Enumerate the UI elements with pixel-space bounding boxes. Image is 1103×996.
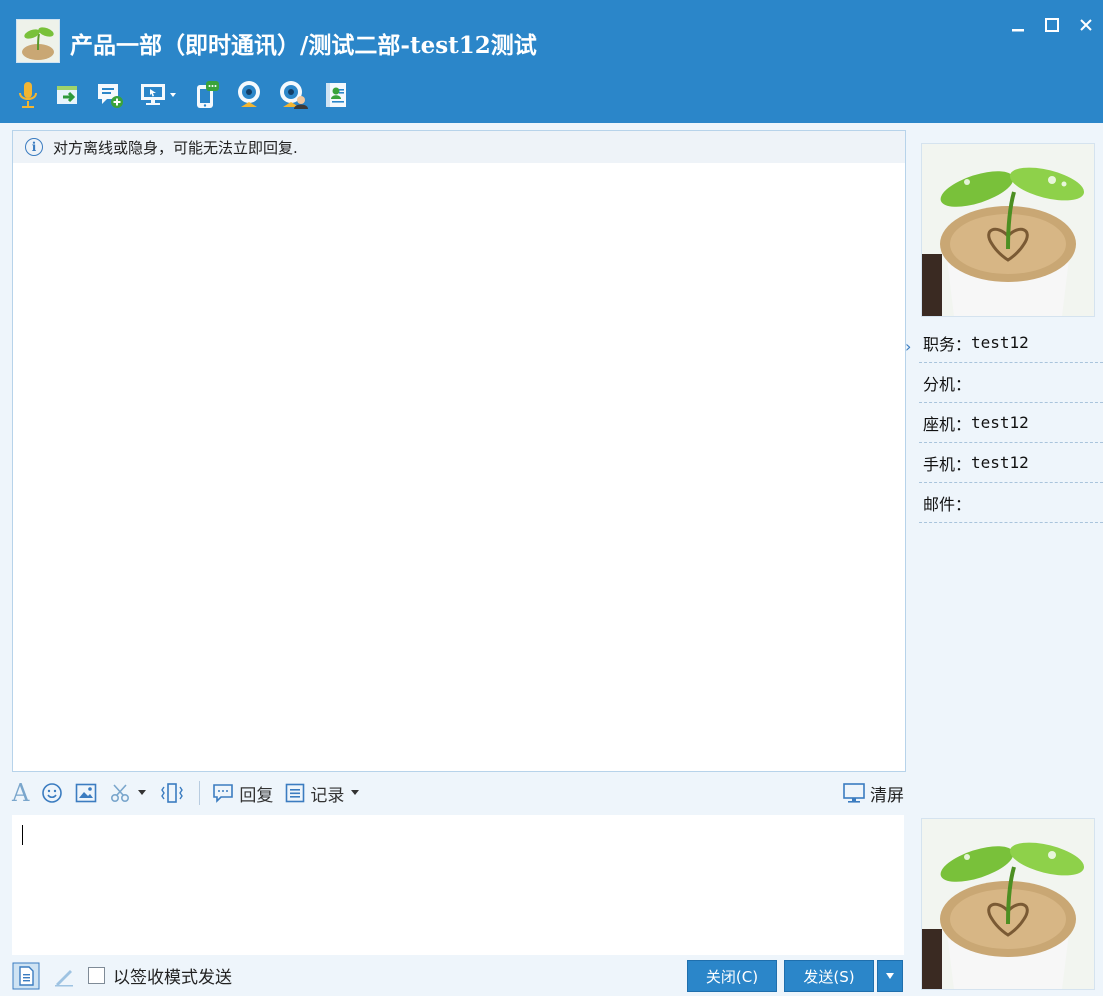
webcam-icon[interactable]: [235, 78, 263, 112]
clear-screen-button[interactable]: 清屏: [842, 775, 904, 811]
image-icon: [76, 783, 97, 803]
window-title: 产品一部（即时通讯）/测试二部-test12测试: [70, 32, 537, 59]
emoji-button[interactable]: [41, 782, 63, 804]
new-message-icon[interactable]: [96, 78, 124, 112]
toolbar-divider: [199, 781, 201, 805]
landline-value: test12: [971, 413, 1029, 432]
font-button[interactable]: A: [12, 779, 29, 807]
landline-label: 座机：: [923, 414, 972, 434]
contact-side-panel: › 职务： test12 分机： 座机： test12 手机： test12 邮…: [905, 123, 1103, 996]
receipt-mode-label: 以签收模式发送: [113, 968, 232, 988]
info-row-position: 职务： test12: [919, 323, 1103, 363]
contact-photo: [921, 143, 1095, 317]
offline-notice-text: 对方离线或隐身，可能无法立即回复.: [53, 138, 298, 157]
offline-notice: i 对方离线或隐身，可能无法立即回复.: [13, 131, 905, 163]
send-button[interactable]: 发送(S): [784, 960, 874, 992]
text-cursor: [22, 825, 23, 845]
collapse-arrow-icon[interactable]: ›: [905, 337, 911, 356]
history-label: 记录: [310, 785, 345, 806]
screenshot-dropdown[interactable]: [137, 789, 147, 797]
screen-share-icon[interactable]: [139, 78, 179, 112]
email-label: 邮件：: [923, 494, 972, 514]
input-mode-button[interactable]: [12, 962, 40, 990]
info-row-mobile: 手机： test12: [919, 443, 1103, 483]
main-area: i 对方离线或隐身，可能无法立即回复. A 回复 记录 清屏 以签收模式发送 关…: [0, 123, 1103, 996]
smiley-icon: [42, 783, 63, 803]
reply-button[interactable]: 回复: [212, 781, 273, 806]
font-icon: A: [12, 779, 30, 807]
title-bar: 产品一部（即时通讯）/测试二部-test12测试: [0, 0, 1103, 123]
handwriting-button[interactable]: [52, 964, 76, 988]
mobile-value: test12: [971, 453, 1029, 472]
chat-history-panel[interactable]: i 对方离线或隐身，可能无法立即回复.: [12, 130, 906, 772]
info-row-extension: 分机：: [919, 363, 1103, 403]
reply-label: 回复: [239, 785, 274, 806]
contact-avatar[interactable]: [16, 19, 60, 63]
info-row-landline: 座机： test12: [919, 403, 1103, 443]
window-controls: [1001, 10, 1103, 40]
message-input[interactable]: [12, 815, 904, 955]
scissors-icon: [111, 784, 130, 803]
pen-icon: [55, 969, 73, 986]
send-options-dropdown[interactable]: [877, 960, 903, 992]
minimize-button[interactable]: [1001, 10, 1035, 40]
speech-bubble-icon: [213, 784, 234, 803]
input-toolbar: A 回复 记录 清屏: [12, 775, 904, 811]
monitor-icon: [843, 783, 865, 803]
mobile-label: 手机：: [923, 454, 972, 474]
caret-down-icon: [351, 790, 360, 795]
receipt-mode-checkbox[interactable]: [88, 967, 105, 984]
history-list-icon: [286, 783, 305, 803]
file-transfer-icon[interactable]: [55, 78, 81, 112]
document-icon: [12, 962, 40, 989]
self-photo: [921, 818, 1095, 990]
caret-down-icon: [886, 973, 894, 979]
close-button[interactable]: [1069, 10, 1103, 40]
bottom-bar: 以签收模式发送 关闭(C) 发送(S): [12, 955, 904, 996]
close-chat-button[interactable]: 关闭(C): [687, 960, 777, 992]
info-row-email: 邮件：: [919, 483, 1103, 523]
position-value: test12: [971, 333, 1029, 352]
vibrate-icon: [161, 783, 184, 803]
contact-card-icon[interactable]: [323, 78, 349, 112]
main-toolbar: [16, 77, 364, 113]
shake-button[interactable]: [159, 782, 185, 804]
info-icon: i: [25, 138, 43, 156]
caret-down-icon: [138, 790, 147, 795]
video-call-icon[interactable]: [278, 78, 308, 112]
mobile-sms-icon[interactable]: [194, 78, 220, 112]
screenshot-button[interactable]: [109, 782, 131, 804]
maximize-button[interactable]: [1035, 10, 1069, 40]
clear-screen-label: 清屏: [870, 785, 904, 806]
history-button[interactable]: 记录: [285, 781, 360, 806]
microphone-icon[interactable]: [16, 78, 40, 112]
image-button[interactable]: [75, 783, 97, 803]
contact-info-list: 职务： test12 分机： 座机： test12 手机： test12 邮件：: [919, 323, 1103, 523]
position-label: 职务：: [923, 334, 972, 354]
extension-label: 分机：: [923, 374, 972, 394]
